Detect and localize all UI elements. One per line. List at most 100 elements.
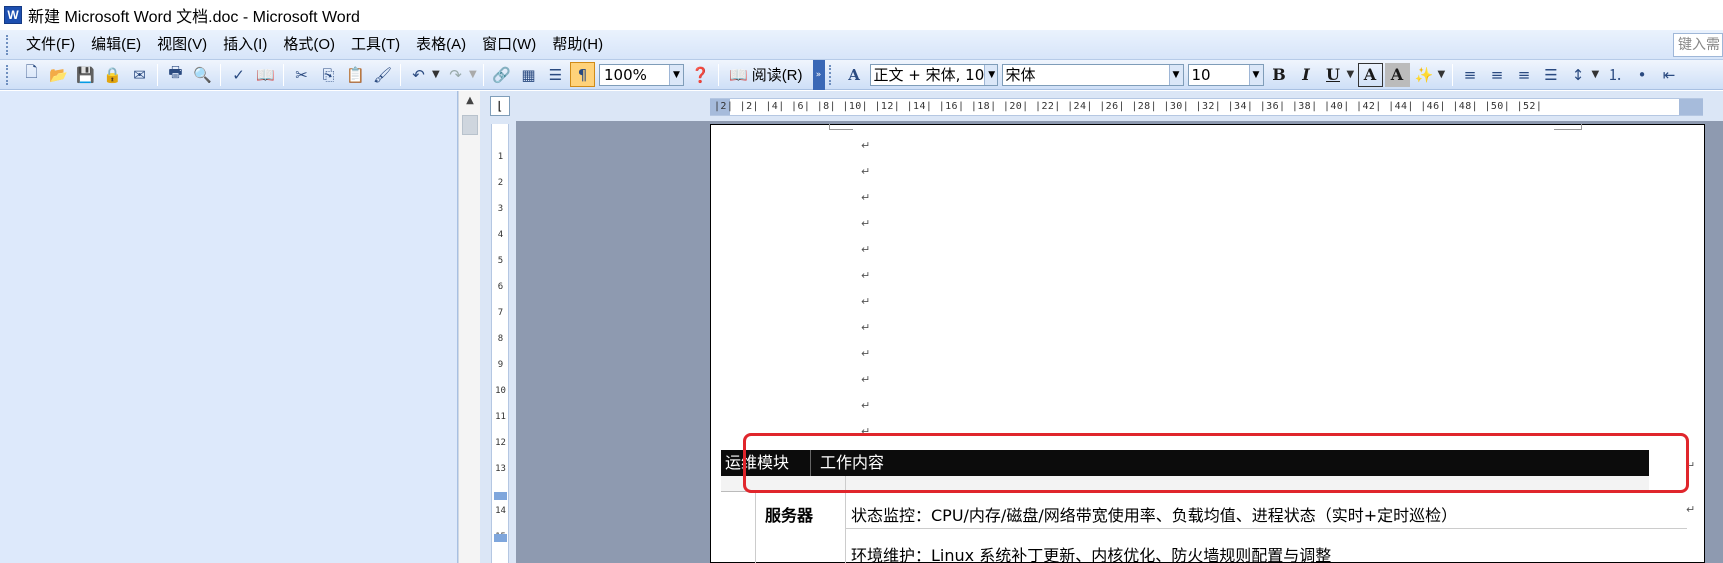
style-value: 正文 + 宋体, 10 (873, 66, 985, 84)
document-map-icon[interactable]: ☰ (543, 62, 568, 87)
font-select[interactable]: 宋体 ▼ (1001, 63, 1184, 86)
new-document-icon[interactable]: 🗋 (19, 62, 44, 87)
help-question-input[interactable]: 键入需 (1673, 33, 1723, 57)
paragraph-mark: ↵ (861, 139, 871, 152)
table-row-divider (845, 528, 1687, 529)
menu-table[interactable]: 表格(A) (408, 33, 474, 57)
tables-borders-icon[interactable]: ▦ (516, 62, 541, 87)
zoom-dropdown-icon[interactable]: ▼ (669, 64, 683, 85)
vruler-mark: 7 (497, 308, 504, 318)
print-icon[interactable]: 🖶 (163, 62, 188, 87)
vruler-mark: 13 (495, 464, 506, 474)
underline-dropdown-icon[interactable]: ▼ (1347, 69, 1357, 80)
highlight-annotation (743, 433, 1689, 493)
styles-formatting-icon[interactable]: A (842, 62, 867, 87)
margin-corner-mark (1554, 124, 1582, 130)
read-button[interactable]: 📖 阅读(R) (723, 63, 809, 87)
vruler-mark: 8 (497, 334, 504, 344)
font-size-select[interactable]: 10 ▼ (1187, 63, 1264, 86)
zoom-select[interactable]: 100% ▼ (599, 63, 684, 86)
format-toolbar-grip[interactable] (828, 64, 833, 85)
vruler-cell-marker[interactable] (494, 534, 507, 542)
work-item-cell[interactable]: 状态监控：CPU/内存/磁盘/网络带宽使用率、负载均值、进程状态（实时+定时巡检… (851, 502, 1457, 526)
horizontal-ruler[interactable]: |2| |2| |4| |6| |8| |10| |12| |14| |16| … (710, 98, 1703, 116)
character-border-button[interactable]: A (1357, 62, 1383, 87)
align-center-icon[interactable]: ≡ (1485, 62, 1510, 87)
hyperlink-icon[interactable]: 🔗 (489, 62, 514, 87)
research-icon[interactable]: 📖 (253, 62, 278, 87)
menu-help[interactable]: 帮助(H) (544, 33, 611, 57)
save-icon[interactable]: 💾 (73, 62, 98, 87)
bold-button[interactable]: B (1267, 63, 1292, 87)
line-spacing-icon[interactable]: ↕ (1566, 62, 1591, 87)
toolbar-options-icon[interactable]: » (812, 59, 825, 90)
cut-icon[interactable]: ✂ (289, 62, 314, 87)
task-pane-scrollbar[interactable]: ▲ (458, 91, 480, 563)
redo-dropdown-icon[interactable]: ▼ (469, 69, 479, 80)
style-select[interactable]: 正文 + 宋体, 10 ▼ (869, 63, 998, 86)
bullets-icon[interactable]: • (1630, 62, 1655, 87)
menu-edit[interactable]: 编辑(E) (83, 33, 149, 57)
toolbar-grip[interactable] (6, 64, 10, 85)
numbering-icon[interactable]: ⒈ (1603, 62, 1628, 87)
menu-format[interactable]: 格式(O) (275, 33, 343, 57)
font-size-dropdown-icon[interactable]: ▼ (1248, 64, 1263, 85)
vruler-mark: 5 (497, 256, 504, 266)
vruler-cell-marker[interactable] (494, 492, 507, 500)
style-dropdown-icon[interactable]: ▼ (984, 64, 997, 85)
align-right-icon[interactable]: ≡ (1512, 62, 1537, 87)
menu-tools[interactable]: 工具(T) (343, 33, 408, 57)
text-effect-icon[interactable]: ✨ (1412, 62, 1437, 87)
justify-icon[interactable]: ☰ (1539, 62, 1564, 87)
align-left-icon[interactable]: ≡ (1458, 62, 1483, 87)
paragraph-mark: ↵ (861, 321, 871, 334)
paragraph-mark: ↵ (861, 217, 871, 230)
read-label: 阅读(R) (751, 67, 803, 84)
module-cell-server[interactable]: 服务器 (765, 502, 813, 526)
italic-button[interactable]: I (1294, 63, 1319, 87)
menu-view[interactable]: 视图(V) (149, 33, 215, 57)
undo-dropdown-icon[interactable]: ▼ (432, 69, 442, 80)
text-effect-dropdown-icon[interactable]: ▼ (1438, 69, 1448, 80)
open-folder-icon[interactable]: 📂 (46, 62, 71, 87)
toolbar-separator (157, 63, 158, 86)
paragraph-mark: ↵ (861, 165, 871, 178)
row-end-mark: ↵ (1686, 503, 1696, 516)
redo-icon[interactable]: ↷ (443, 62, 468, 87)
tab-selector-icon[interactable]: ⌊ (490, 96, 510, 116)
character-shading-button[interactable]: A (1384, 62, 1410, 87)
read-book-icon: 📖 (729, 66, 748, 84)
show-hide-icon[interactable]: ¶ (570, 62, 595, 87)
email-icon[interactable]: ✉ (127, 62, 152, 87)
paste-icon[interactable]: 📋 (343, 62, 368, 87)
paragraph-mark: ↵ (861, 399, 871, 412)
help-icon[interactable]: ❓ (688, 62, 713, 87)
menu-window[interactable]: 窗口(W) (474, 33, 544, 57)
scroll-thumb[interactable] (462, 115, 478, 135)
ruler-right-margin[interactable] (1679, 99, 1703, 115)
menu-insert[interactable]: 插入(I) (215, 33, 275, 57)
font-dropdown-icon[interactable]: ▼ (1168, 64, 1183, 85)
toolbar-separator (400, 63, 401, 86)
toolbar-separator (220, 63, 221, 86)
scroll-up-icon[interactable]: ▲ (462, 95, 478, 109)
toolbar-separator (283, 63, 284, 86)
decrease-indent-icon[interactable]: ⇤ (1657, 62, 1682, 87)
work-item-cell[interactable]: 环境维护：Linux 系统补丁更新、内核优化、防火墙规则配置与调整 (851, 542, 1331, 563)
document-page[interactable]: ↵ ↵ ↵ ↵ ↵ ↵ ↵ ↵ ↵ ↵ ↵ ↵ 运维模块 工作内容 服务器 状态… (710, 124, 1705, 563)
vruler-mark: 14 (495, 506, 506, 516)
print-preview-icon[interactable]: 🔍 (190, 62, 215, 87)
line-spacing-dropdown-icon[interactable]: ▼ (1592, 69, 1602, 80)
permission-icon[interactable]: 🔒 (100, 62, 125, 87)
spelling-icon[interactable]: ✓ (226, 62, 251, 87)
vertical-ruler[interactable]: 1 2 3 4 5 6 7 8 9 10 11 12 13 14 15 (491, 124, 509, 563)
vruler-mark: 10 (495, 386, 506, 396)
copy-icon[interactable]: ⎘ (316, 62, 341, 87)
menu-grip[interactable] (6, 34, 10, 55)
underline-button[interactable]: U (1321, 63, 1346, 87)
font-value: 宋体 (1005, 66, 1036, 84)
undo-icon[interactable]: ↶ (406, 62, 431, 87)
window-title: 新建 Microsoft Word 文档.doc - Microsoft Wor… (28, 9, 360, 26)
format-painter-icon[interactable]: 🖌 (370, 62, 395, 87)
menu-file[interactable]: 文件(F) (18, 33, 83, 57)
